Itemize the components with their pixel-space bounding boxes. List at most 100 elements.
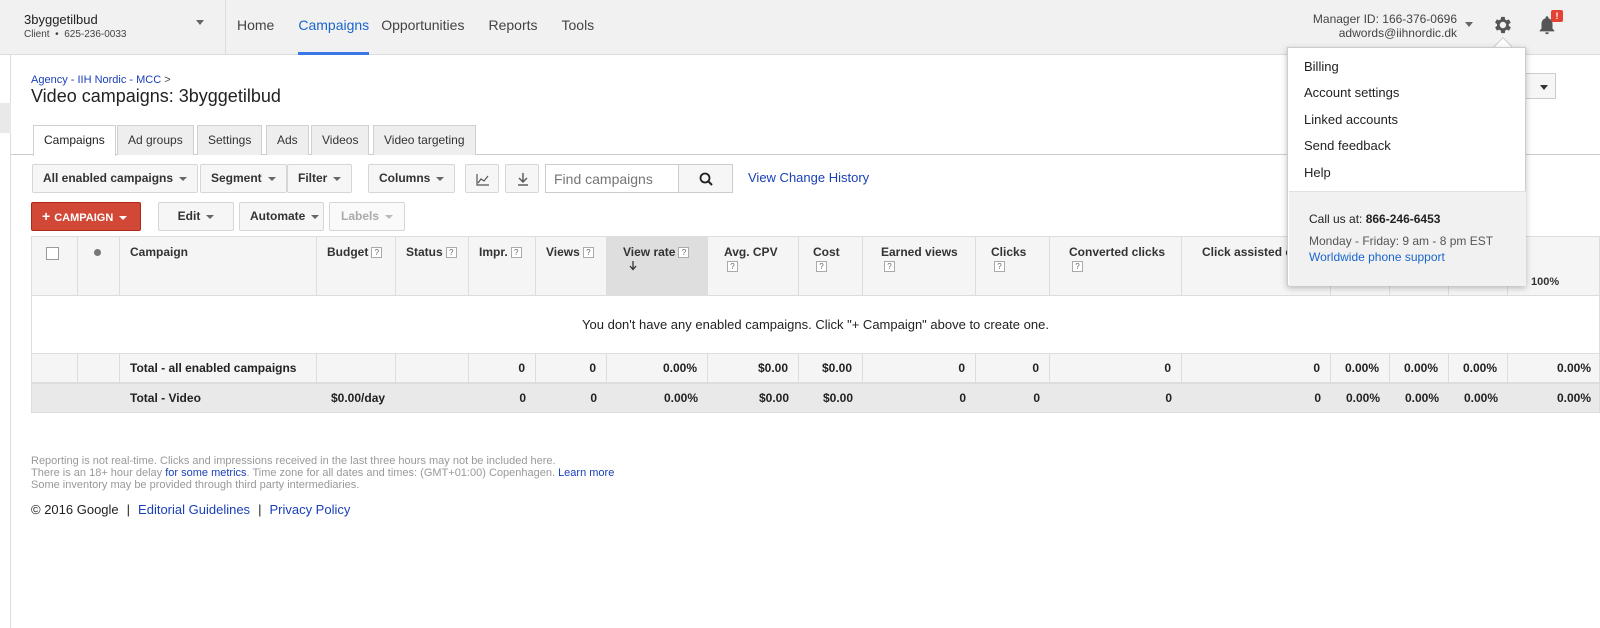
tab-campaigns[interactable]: Campaigns bbox=[33, 125, 116, 156]
total-enabled-pct-1: 0.00% bbox=[1331, 354, 1390, 383]
account-bullet: • bbox=[55, 29, 59, 40]
tab-videos[interactable]: Videos bbox=[311, 125, 370, 155]
col-clicks[interactable]: Clicks? bbox=[976, 237, 1050, 297]
help-icon[interactable]: ? bbox=[994, 261, 1005, 272]
download-button[interactable] bbox=[505, 164, 539, 193]
reporting-note: Reporting is not real-time. Clicks and i… bbox=[31, 455, 614, 491]
segment-label: Segment bbox=[211, 171, 262, 185]
breadcrumb-agency-link[interactable]: Agency - IIH Nordic - MCC bbox=[31, 74, 161, 86]
columns-dropdown[interactable]: Columns bbox=[368, 164, 456, 193]
segment-chevron-down-icon bbox=[267, 176, 276, 181]
automate-dropdown[interactable]: Automate bbox=[239, 202, 324, 231]
learn-more-link[interactable]: Learn more bbox=[558, 467, 614, 479]
help-icon[interactable]: ? bbox=[371, 247, 383, 258]
chart-toggle-button[interactable] bbox=[465, 164, 499, 193]
select-all-checkbox[interactable] bbox=[46, 247, 59, 260]
help-icon[interactable]: ? bbox=[1072, 261, 1083, 272]
sort-descending-icon bbox=[629, 261, 637, 271]
total-video-budget: $0.00/day bbox=[331, 391, 386, 405]
manager-chevron-down-icon[interactable] bbox=[1465, 22, 1473, 27]
col-impr[interactable]: Impr.? bbox=[469, 237, 536, 297]
support-phone: 866-246-6453 bbox=[1365, 212, 1441, 226]
nav-reports[interactable]: Reports bbox=[488, 0, 549, 55]
help-icon[interactable]: ? bbox=[678, 247, 690, 258]
gear-icon[interactable] bbox=[1491, 14, 1513, 36]
col-views[interactable]: Views? bbox=[536, 237, 607, 297]
filter-chevron-down-icon bbox=[333, 176, 342, 181]
menu-item-linked-accounts[interactable]: Linked accounts bbox=[1304, 112, 1398, 127]
tab-settings[interactable]: Settings bbox=[197, 125, 263, 155]
manager-account[interactable]: Manager ID: 166-376-0696 adwords@iihnord… bbox=[1313, 12, 1457, 40]
col-avg-cpv[interactable]: Avg. CPV? bbox=[708, 237, 799, 297]
tab-ads[interactable]: Ads bbox=[266, 125, 309, 155]
total-enabled-pct-2: 0.00% bbox=[1390, 354, 1449, 383]
search-button[interactable] bbox=[678, 164, 733, 193]
filter-dropdown[interactable]: Filter bbox=[287, 164, 353, 193]
total-enabled-views: 0 bbox=[536, 354, 607, 383]
manager-id: Manager ID: 166-376-0696 bbox=[1312, 12, 1457, 26]
menu-item-account-settings[interactable]: Account settings bbox=[1304, 85, 1399, 100]
account-chevron-down-icon[interactable] bbox=[196, 20, 204, 25]
nav-campaigns[interactable]: Campaigns bbox=[298, 0, 370, 55]
campaign-scope-dropdown[interactable]: All enabled campaigns bbox=[32, 164, 199, 193]
find-campaigns-input[interactable] bbox=[545, 164, 679, 193]
edit-chevron-down-icon bbox=[206, 214, 215, 219]
editorial-guidelines-link[interactable]: Editorial Guidelines bbox=[138, 502, 250, 517]
nav-home[interactable]: Home bbox=[237, 0, 286, 55]
call-us-line: Call us at: 866-246-6453 bbox=[1309, 212, 1440, 226]
total-video-pct-3: 0.00% bbox=[1463, 391, 1498, 405]
total-video-earned-views: 0 bbox=[959, 391, 966, 405]
nav-opportunities[interactable]: Opportunities bbox=[381, 0, 476, 55]
col-converted-clicks[interactable]: Converted clicks? bbox=[1050, 237, 1182, 297]
col-status[interactable]: Status? bbox=[396, 237, 469, 297]
menu-item-billing[interactable]: Billing bbox=[1304, 59, 1339, 74]
labels-dropdown[interactable]: Labels bbox=[329, 202, 405, 231]
help-icon[interactable]: ? bbox=[510, 247, 522, 258]
edit-dropdown[interactable]: Edit bbox=[158, 202, 234, 231]
col-budget[interactable]: Budget? bbox=[317, 237, 396, 297]
filter-label: Filter bbox=[298, 171, 328, 185]
total-video-clicks: 0 bbox=[1033, 391, 1040, 405]
total-video-pct-4: 0.00% bbox=[1556, 391, 1591, 405]
col-cost[interactable]: Cost? bbox=[799, 237, 863, 297]
help-icon[interactable]: ? bbox=[884, 261, 895, 272]
account-subline: Client • 625-236-0033 bbox=[24, 29, 224, 40]
reporting-note-line-3: Some inventory may be provided through t… bbox=[31, 479, 360, 491]
menu-item-help[interactable]: Help bbox=[1304, 165, 1331, 180]
support-hours: Monday - Friday: 9 am - 8 pm EST bbox=[1309, 234, 1494, 248]
help-icon[interactable]: ? bbox=[816, 261, 827, 272]
total-enabled-click-assisted: 0 bbox=[1182, 354, 1331, 383]
add-campaign-button[interactable]: + Campaign bbox=[31, 202, 141, 231]
some-metrics-link[interactable]: for some metrics bbox=[165, 467, 246, 479]
col-campaign[interactable]: Campaign bbox=[120, 237, 317, 297]
table-cell bbox=[396, 354, 469, 383]
page-title: Video campaigns: 3byggetilbud bbox=[31, 86, 281, 106]
help-icon[interactable]: ? bbox=[445, 247, 457, 258]
campaign-chevron-down-icon bbox=[119, 216, 128, 221]
main-nav: Home Campaigns Opportunities Reports Too… bbox=[237, 0, 618, 55]
col-earned-views[interactable]: Earned views? bbox=[863, 237, 976, 297]
help-icon[interactable]: ? bbox=[727, 261, 738, 272]
settings-menu: Billing Account settings Linked accounts… bbox=[1287, 47, 1526, 286]
col-budget-label: Budget bbox=[327, 245, 369, 259]
worldwide-phone-support-link[interactable]: Worldwide phone support bbox=[1309, 250, 1445, 264]
download-icon bbox=[518, 173, 528, 186]
total-enabled-view-rate: 0.00% bbox=[607, 354, 708, 383]
privacy-policy-link[interactable]: Privacy Policy bbox=[269, 502, 350, 517]
empty-state-message: You don't have any enabled campaigns. Cl… bbox=[31, 296, 1600, 353]
col-earned-views-label: Earned views bbox=[881, 245, 958, 259]
scope-chevron-down-icon bbox=[179, 176, 188, 181]
automate-label: Automate bbox=[250, 209, 306, 223]
col-view-rate[interactable]: View rate? bbox=[607, 237, 708, 297]
help-icon[interactable]: ? bbox=[582, 247, 594, 258]
segment-dropdown[interactable]: Segment bbox=[200, 164, 287, 193]
tab-video-targeting[interactable]: Video targeting bbox=[373, 125, 476, 155]
menu-item-send-feedback[interactable]: Send feedback bbox=[1304, 138, 1391, 153]
view-change-history-link[interactable]: View Change History bbox=[748, 170, 869, 185]
account-switcher[interactable]: 3byggetilbud Client • 625-236-0033 bbox=[24, 12, 224, 40]
campaign-scope-label: All enabled campaigns bbox=[43, 171, 174, 185]
plus-icon: + bbox=[42, 208, 51, 224]
call-us-section: Call us at: 866-246-6453 Monday - Friday… bbox=[1289, 191, 1526, 286]
tab-ad-groups[interactable]: Ad groups bbox=[117, 125, 194, 155]
nav-tools[interactable]: Tools bbox=[562, 0, 607, 55]
